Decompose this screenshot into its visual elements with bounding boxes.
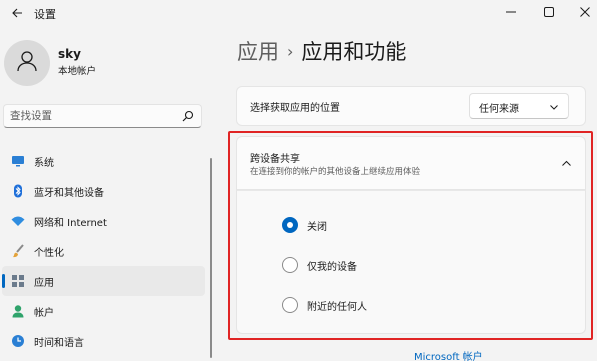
brush-icon: [10, 243, 26, 259]
close-icon: [580, 2, 590, 21]
user-name: sky: [58, 47, 81, 61]
sidebar-item-label: 帐户: [34, 308, 54, 319]
person-icon: [10, 303, 26, 319]
title-bar: 设置: [0, 0, 597, 28]
maximize-button[interactable]: [532, 0, 566, 22]
breadcrumb-parent[interactable]: 应用: [237, 36, 279, 66]
breadcrumb-separator: ›: [287, 41, 294, 61]
microsoft-account-link[interactable]: Microsoft 帐户: [414, 348, 483, 361]
sidebar-item-label: 系统: [34, 158, 54, 169]
sidebar-item-system[interactable]: 系统: [2, 146, 205, 176]
app-title: 设置: [34, 8, 56, 21]
radio-label: 附近的任何人: [307, 302, 367, 313]
radio-label: 关闭: [307, 222, 327, 233]
app-source-selected: 任何来源: [479, 104, 519, 115]
sidebar-item-label: 时间和语言: [34, 338, 84, 349]
sidebar-item-apps[interactable]: 应用: [2, 266, 205, 296]
search-input[interactable]: [10, 108, 170, 124]
chevron-up-icon[interactable]: [559, 156, 573, 170]
nav-scrollbar[interactable]: [210, 158, 212, 358]
person-avatar-icon: [15, 49, 39, 77]
wifi-icon: [10, 213, 26, 229]
sidebar-item-label: 蓝牙和其他设备: [34, 188, 104, 199]
app-source-dropdown[interactable]: 任何来源: [469, 93, 569, 119]
radio-button[interactable]: [282, 297, 298, 313]
bluetooth-icon: [10, 183, 26, 199]
app-source-label: 选择获取应用的位置: [250, 103, 340, 114]
minimize-button[interactable]: [494, 0, 528, 22]
maximize-icon: [544, 2, 554, 21]
share-options-panel: 关闭 仅我的设备 附近的任何人: [236, 190, 586, 334]
sidebar-item-label: 应用: [34, 278, 54, 289]
sidebar-item-network[interactable]: 网络和 Internet: [2, 206, 205, 236]
radio-option-my-devices[interactable]: 仅我的设备: [282, 254, 482, 276]
globe-clock-icon: [10, 333, 26, 349]
radio-button[interactable]: [282, 257, 298, 273]
sidebar-item-time-language[interactable]: 时间和语言: [2, 326, 205, 356]
radio-button-checked[interactable]: [282, 217, 298, 233]
share-title: 跨设备共享: [250, 154, 300, 165]
page-title: 应用和功能: [301, 40, 407, 64]
close-button[interactable]: [568, 0, 597, 22]
selection-indicator: [2, 274, 5, 288]
radio-option-everyone-nearby[interactable]: 附近的任何人: [282, 294, 482, 316]
back-arrow-icon: [11, 4, 23, 23]
sidebar-item-accounts[interactable]: 帐户: [2, 296, 205, 326]
search-icon[interactable]: [181, 109, 195, 123]
app-source-card: 选择获取应用的位置 任何来源: [236, 86, 586, 126]
sidebar-item-label: 网络和 Internet: [34, 218, 107, 229]
apps-icon: [10, 273, 26, 289]
sidebar-item-personalization[interactable]: 个性化: [2, 236, 205, 266]
back-button[interactable]: [6, 2, 28, 24]
monitor-icon: [10, 153, 26, 169]
minimize-icon: [506, 2, 516, 21]
radio-option-off[interactable]: 关闭: [282, 214, 482, 236]
radio-label: 仅我的设备: [307, 262, 357, 273]
account-type: 本地帐户: [58, 66, 97, 77]
share-across-devices-header[interactable]: 跨设备共享 在连接到你的帐户的其他设备上继续应用体验: [236, 136, 586, 190]
avatar[interactable]: [4, 40, 50, 86]
sidebar-item-bluetooth[interactable]: 蓝牙和其他设备: [2, 176, 205, 206]
search-box[interactable]: [3, 104, 202, 128]
sidebar-item-label: 个性化: [34, 248, 64, 259]
chevron-down-icon: [549, 102, 559, 112]
breadcrumb: 应用 › 应用和功能: [237, 36, 406, 66]
share-description: 在连接到你的帐户的其他设备上继续应用体验: [250, 167, 421, 177]
